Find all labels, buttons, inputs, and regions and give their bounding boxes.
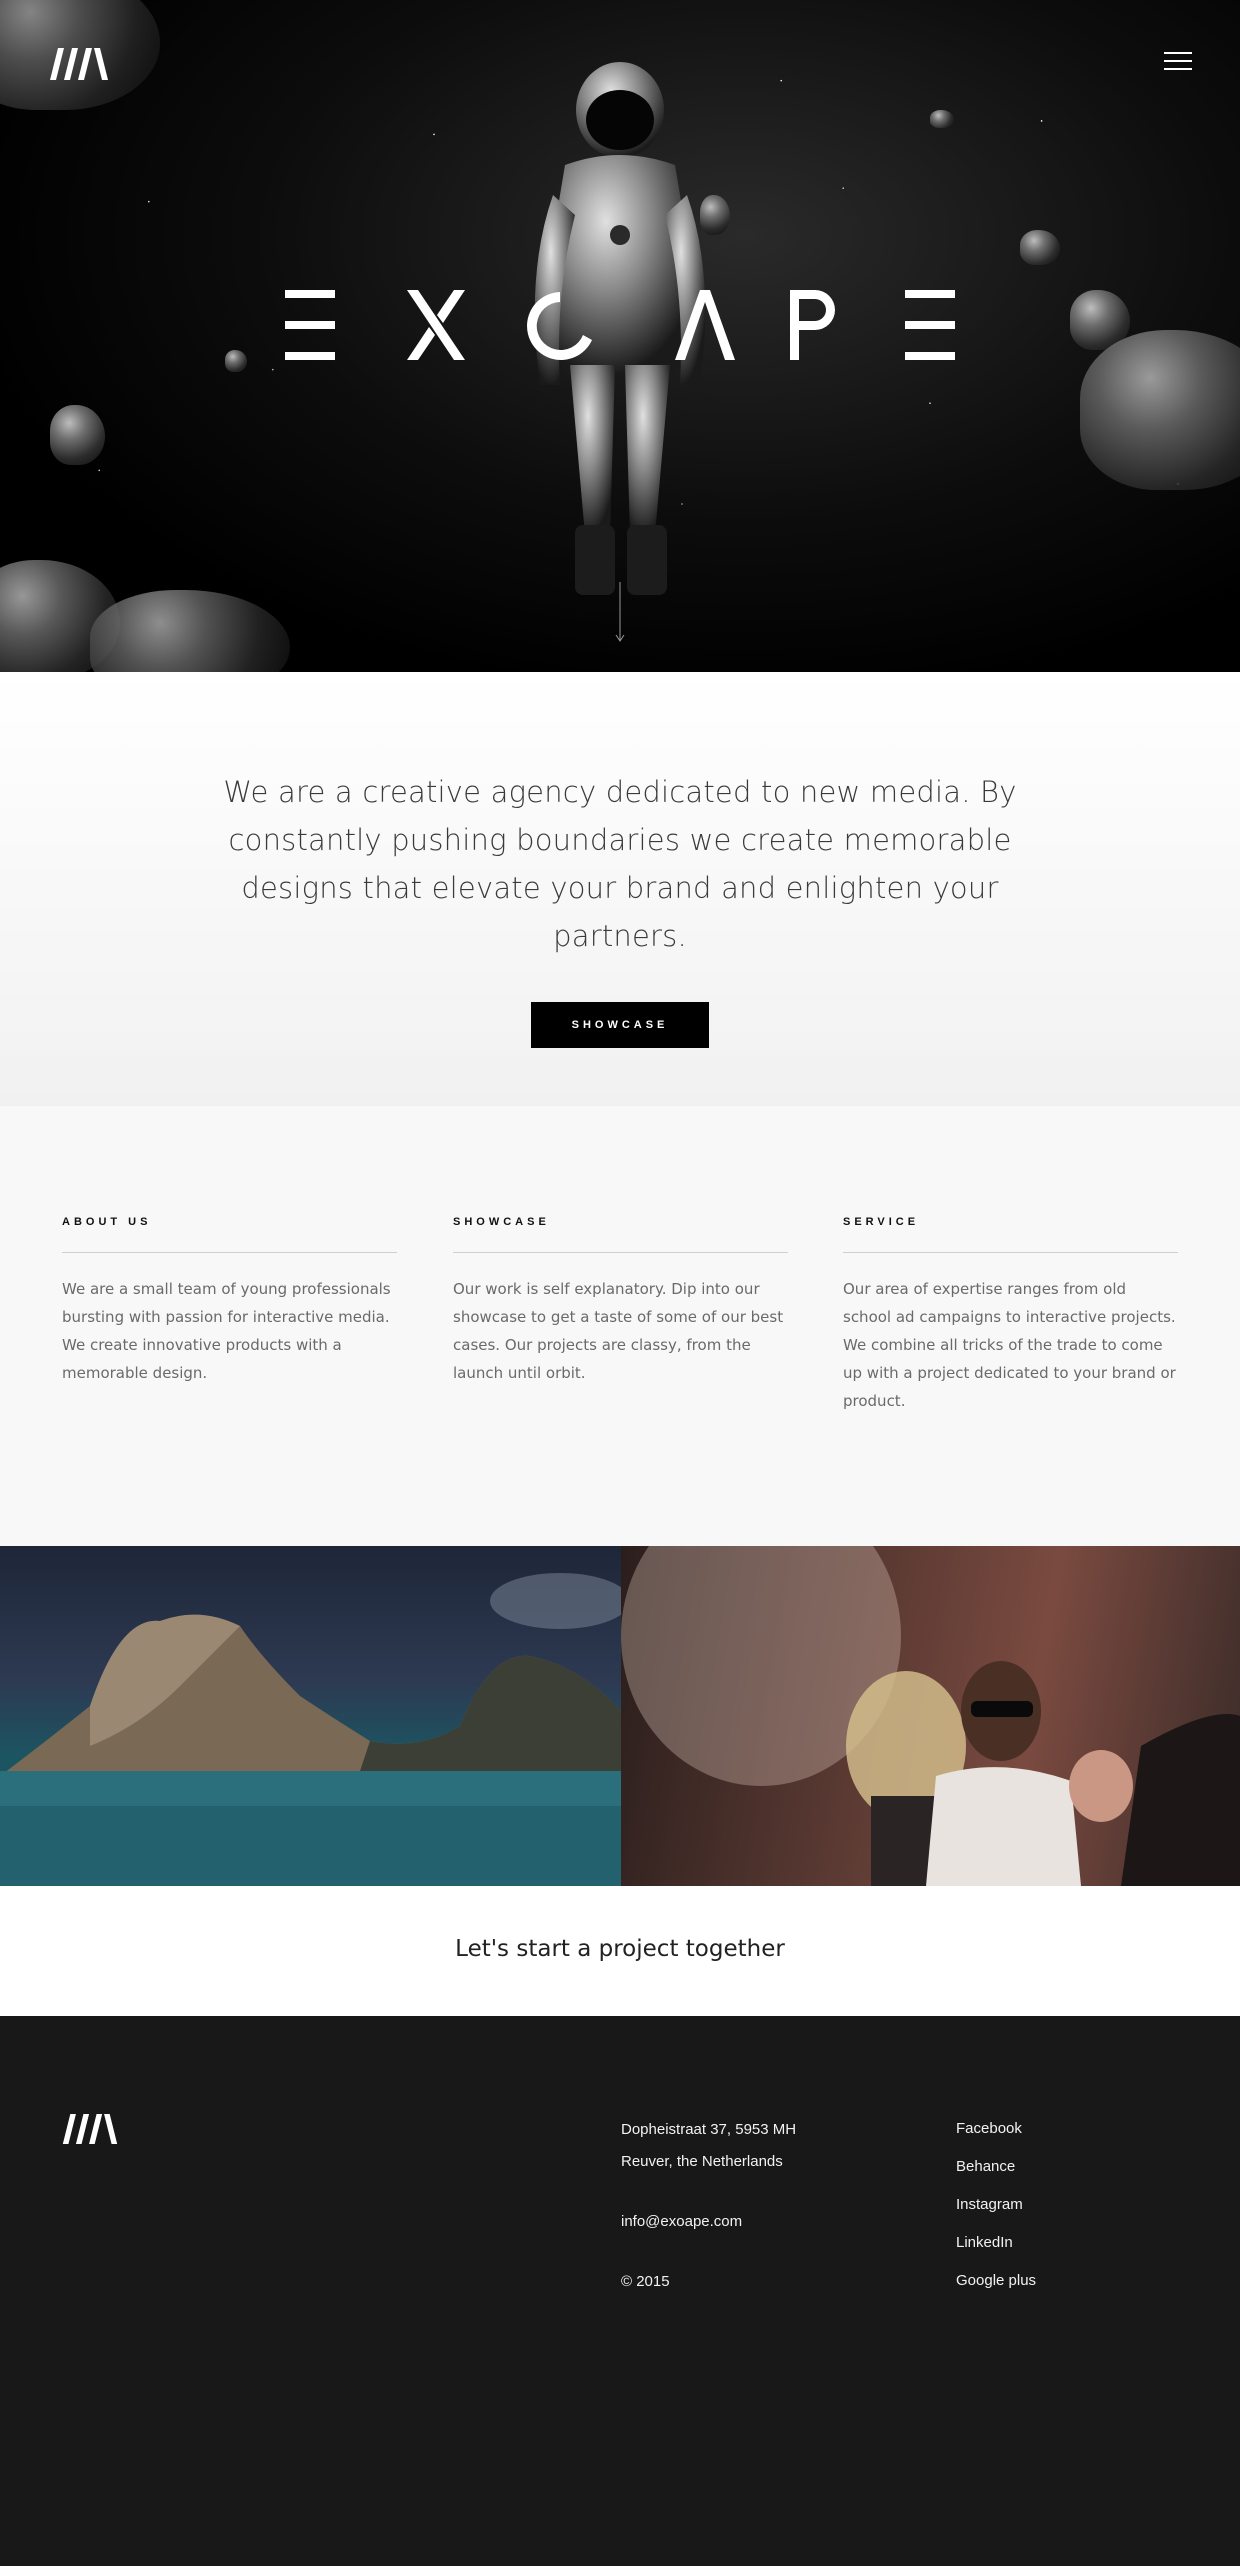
scroll-down-arrow-icon[interactable] [615,582,625,642]
cta-section: Let's start a project together [0,1886,1240,2016]
column-text: We are a small team of young professiona… [62,1280,391,1382]
hero-title [0,290,1240,360]
asteroid [930,110,954,128]
column-service: SERVICE Our area of expertise ranges fro… [843,1216,1178,1415]
exoape-logo-icon[interactable] [50,48,108,80]
social-link-behance[interactable]: Behance [956,2148,1036,2186]
island-illustration [0,1573,621,1886]
column-text: Our work is self explanatory. Dip into o… [453,1280,784,1382]
footer: Dopheistraat 37, 5953 MH Reuver, the Net… [0,2016,1240,2566]
showcase-button[interactable]: SHOWCASE [531,1002,709,1048]
services-section: ABOUT US We are a small team of young pr… [0,1106,1240,1546]
column-title: SERVICE [843,1216,1178,1253]
column-title: ABOUT US [62,1216,397,1253]
social-link-instagram[interactable]: Instagram [956,2186,1036,2224]
intro-text: We are a creative agency dedicated to ne… [223,775,1017,953]
exoape-logo-icon[interactable] [62,2114,118,2144]
column-showcase: SHOWCASE Our work is self explanatory. D… [453,1216,788,1387]
contact-info: Dopheistraat 37, 5953 MH Reuver, the Net… [621,2114,796,2298]
event-photo[interactable] [621,1546,1240,1886]
asteroid [50,405,105,465]
email-link[interactable]: info@exoape.com [621,2206,796,2238]
social-link-linkedin[interactable]: LinkedIn [956,2224,1036,2262]
social-links: Facebook Behance Instagram LinkedIn Goog… [956,2110,1036,2300]
asteroid [1020,230,1060,265]
column-title: SHOWCASE [453,1216,788,1253]
gallery-section [0,1546,1240,1886]
exoape-wordmark [285,290,955,360]
copyright-text: © 2015 [621,2273,670,2290]
island-photo[interactable] [0,1546,621,1886]
address-line: Reuver, the Netherlands [621,2153,783,2170]
social-link-google-plus[interactable]: Google plus [956,2262,1036,2300]
column-text: Our area of expertise ranges from old sc… [843,1280,1176,1410]
social-link-facebook[interactable]: Facebook [956,2110,1036,2148]
crowd-illustration [621,1546,1240,1886]
hamburger-menu-icon[interactable] [1164,52,1192,74]
intro-section: We are a creative agency dedicated to ne… [0,672,1240,1106]
address-line: Dopheistraat 37, 5953 MH [621,2121,797,2138]
hero-section [0,0,1240,672]
column-about-us: ABOUT US We are a small team of young pr… [62,1216,397,1387]
start-project-link[interactable]: Let's start a project together [455,1936,785,1962]
